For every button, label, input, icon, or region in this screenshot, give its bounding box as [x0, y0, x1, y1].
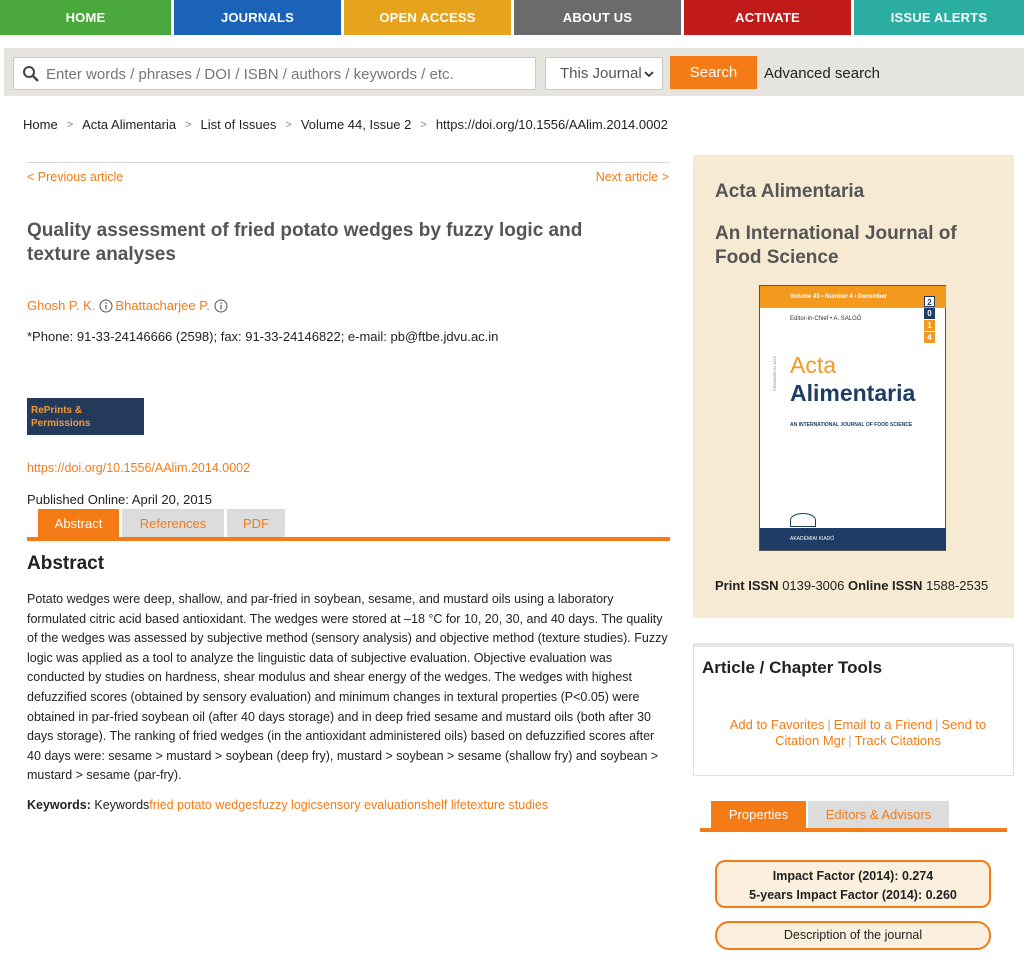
- nav-activate[interactable]: ACTIVATE: [684, 0, 851, 35]
- journal-info-panel: Acta Alimentaria An International Journa…: [693, 155, 1014, 618]
- tab-underline: [27, 537, 670, 541]
- search-bar: This Journal Search Advanced search: [4, 48, 1024, 96]
- impact-factor-box: Impact Factor (2014): 0.274 5-years Impa…: [715, 860, 991, 908]
- journal-title[interactable]: Acta Alimentaria: [715, 181, 864, 203]
- email-friend-link[interactable]: Email to a Friend: [834, 717, 932, 732]
- advanced-search-link[interactable]: Advanced search: [764, 65, 880, 82]
- cover-year-digit: 4: [924, 332, 935, 343]
- author-link[interactable]: Bhattacharjee P.: [115, 298, 209, 313]
- nav-issue-alerts[interactable]: ISSUE ALERTS: [854, 0, 1024, 35]
- print-issn: 0139-3006: [782, 578, 845, 593]
- search-scope-value: This Journal: [560, 65, 642, 82]
- divider: [27, 162, 670, 163]
- cover-year-digit: 1: [924, 320, 935, 331]
- track-citations-link[interactable]: Track Citations: [855, 733, 941, 748]
- tab-editors-advisors[interactable]: Editors & Advisors: [808, 801, 949, 828]
- breadcrumb: Home > Acta Alimentaria > List of Issues…: [23, 117, 668, 132]
- nav-home[interactable]: HOME: [0, 0, 171, 35]
- keywords-label: Keywords:: [27, 798, 91, 812]
- breadcrumb-separator-icon: >: [66, 118, 74, 131]
- tab-underline: [700, 828, 1007, 832]
- impact-factor: Impact Factor (2014): 0.274: [772, 869, 934, 883]
- search-button[interactable]: Search: [670, 56, 757, 89]
- journal-cover-image[interactable]: Volume 43 • Number 4 • December Editor-i…: [759, 285, 946, 551]
- cover-publisher: AKADÉMIAI KIADÓ: [790, 536, 835, 542]
- author-contact: *Phone: 91-33-24146666 (2598); fax: 91-3…: [27, 329, 499, 344]
- breadcrumb-issues[interactable]: List of Issues: [201, 117, 277, 132]
- info-icon[interactable]: [214, 299, 228, 313]
- search-icon: [23, 66, 39, 82]
- cover-year-digit: 0: [924, 308, 935, 319]
- tab-pdf[interactable]: PDF: [227, 509, 285, 537]
- cover-year-digit: 2: [924, 296, 935, 307]
- search-field[interactable]: [13, 57, 536, 90]
- top-nav: HOME JOURNALS OPEN ACCESS ABOUT US ACTIV…: [0, 0, 1024, 35]
- breadcrumb-separator-icon: >: [285, 118, 292, 131]
- cover-band: Volume 43 • Number 4 • December: [760, 286, 946, 308]
- abstract-heading: Abstract: [27, 553, 105, 574]
- cover-editor: Editor-in-Chief • A. SALGÓ: [790, 316, 862, 322]
- keywords: Keywords: Keywordsfried potato wedgesfuz…: [27, 798, 548, 812]
- article-tabs: Abstract References PDF: [38, 509, 285, 537]
- breadcrumb-volume[interactable]: Volume 44, Issue 2: [301, 117, 412, 132]
- keyword-link[interactable]: fuzzy logic: [258, 798, 316, 812]
- nav-journals[interactable]: JOURNALS: [174, 0, 341, 35]
- doi-link[interactable]: https://doi.org/10.1556/AAlim.2014.0002: [27, 461, 250, 475]
- breadcrumb-journal[interactable]: Acta Alimentaria: [82, 117, 176, 132]
- separator: |: [827, 717, 831, 732]
- online-issn-label: Online ISSN: [848, 578, 923, 593]
- breadcrumb-separator-icon: >: [185, 118, 192, 131]
- keyword-link[interactable]: shelf life: [421, 798, 467, 812]
- add-to-favorites-link[interactable]: Add to Favorites: [730, 717, 825, 732]
- impact-factor-5yr: 5-years Impact Factor (2014): 0.260: [749, 888, 957, 902]
- authors: Ghosh P. K. Bhattacharjee P.: [27, 298, 230, 313]
- separator: |: [935, 717, 939, 732]
- cover-title-line1: Acta: [790, 352, 837, 378]
- keyword-link[interactable]: sensory evaluation: [317, 798, 421, 812]
- cover-founded: FOUNDED IN 1972: [772, 356, 777, 391]
- tab-abstract[interactable]: Abstract: [38, 509, 119, 537]
- article-title: Quality assessment of fried potato wedge…: [27, 220, 583, 265]
- author-link[interactable]: Ghosh P. K.: [27, 298, 95, 313]
- separator: |: [848, 733, 852, 748]
- tools-links: Add to Favorites | Email to a Friend | Send …: [708, 717, 1008, 749]
- breadcrumb-home[interactable]: Home: [23, 117, 58, 132]
- breadcrumb-doi: https://doi.org/10.1556/AAlim.2014.0002: [435, 117, 668, 132]
- tab-properties[interactable]: Properties: [711, 801, 806, 828]
- info-icon[interactable]: [99, 299, 113, 313]
- published-date: Published Online: April 20, 2015: [27, 492, 213, 507]
- publisher-logo-icon: [790, 513, 816, 527]
- previous-article-link[interactable]: < Previous article: [27, 170, 123, 184]
- nav-open-access[interactable]: OPEN ACCESS: [344, 0, 511, 35]
- keyword-link[interactable]: fried potato wedges: [149, 798, 258, 812]
- keyword-link[interactable]: texture studies: [467, 798, 548, 812]
- print-issn-label: Print ISSN: [715, 578, 779, 593]
- nav-about-us[interactable]: ABOUT US: [514, 0, 681, 35]
- abstract-text: Potato wedges were deep, shallow, and pa…: [27, 592, 668, 783]
- cover-title-line2: Alimentaria: [790, 380, 916, 406]
- chevron-down-icon: [644, 71, 654, 78]
- tools-heading: Article / Chapter Tools: [702, 658, 883, 677]
- cover-year: 2 0 1 4: [924, 296, 935, 344]
- cover-subtitle: AN INTERNATIONAL JOURNAL OF FOOD SCIENCE: [790, 422, 913, 428]
- issn-info: Print ISSN 0139-3006 Online ISSN 1588-25…: [715, 578, 988, 593]
- tab-references[interactable]: References: [122, 509, 224, 537]
- keywords-prefix: Keywords: [94, 798, 150, 812]
- reprints-permissions-button[interactable]: RePrints & Permissions: [27, 398, 144, 435]
- next-article-link[interactable]: Next article >: [596, 170, 669, 184]
- search-input[interactable]: [46, 62, 526, 86]
- journal-subtitle: An International Journal of Food Science: [715, 223, 957, 268]
- journal-description-button[interactable]: Description of the journal: [715, 921, 991, 950]
- properties-tabs: Properties Editors & Advisors: [711, 801, 949, 828]
- article-tools-panel: Article / Chapter Tools Add to Favorites…: [693, 643, 1014, 776]
- search-scope-select[interactable]: This Journal: [545, 57, 663, 90]
- online-issn: 1588-2535: [926, 578, 989, 593]
- cover-footer: [760, 528, 946, 550]
- breadcrumb-separator-icon: >: [420, 118, 427, 131]
